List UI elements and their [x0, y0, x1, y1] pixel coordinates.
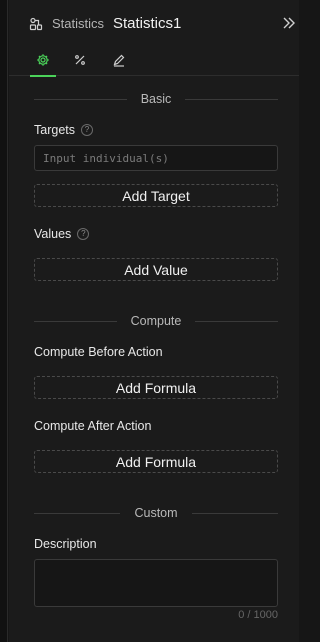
- divider-line: [34, 320, 117, 322]
- help-icon[interactable]: ?: [77, 228, 90, 240]
- divider-line: [191, 512, 279, 514]
- section-divider-custom: Custom: [34, 506, 279, 520]
- compute-after-label-text: Compute After Action: [34, 419, 152, 433]
- panel-tabs: [9, 48, 299, 77]
- tab-settings[interactable]: [29, 48, 57, 77]
- description-textarea[interactable]: [34, 559, 278, 607]
- targets-label: Targets ?: [34, 123, 93, 137]
- values-label: Values ?: [34, 227, 90, 241]
- percent-icon: [73, 53, 87, 72]
- statistics-node-icon: [29, 17, 43, 31]
- divider-line: [34, 512, 121, 514]
- section-title-basic: Basic: [140, 92, 172, 106]
- help-icon[interactable]: ?: [81, 124, 93, 136]
- targets-label-text: Targets: [34, 123, 75, 137]
- tab-edit[interactable]: [105, 48, 133, 76]
- divider-line: [34, 98, 127, 100]
- description-label: Description: [34, 537, 97, 551]
- add-formula-before-button[interactable]: Add Formula: [34, 376, 278, 399]
- values-label-text: Values: [34, 227, 72, 241]
- section-title-compute: Compute: [130, 314, 182, 328]
- pencil-icon: [112, 53, 126, 72]
- add-value-button[interactable]: Add Value: [34, 258, 278, 281]
- section-divider-compute: Compute: [34, 314, 279, 328]
- gear-icon: [36, 53, 50, 72]
- node-type-label: Statistics: [52, 16, 105, 31]
- properties-panel: Statistics Statistics1 Basic Targets ? I…: [9, 0, 299, 642]
- left-rail: [0, 0, 8, 642]
- add-target-button[interactable]: Add Target: [34, 184, 278, 207]
- section-title-custom: Custom: [134, 506, 178, 520]
- divider-line: [185, 98, 279, 100]
- panel-header: Statistics Statistics1: [9, 0, 299, 48]
- divider-line: [195, 320, 279, 322]
- description-label-text: Description: [34, 537, 97, 551]
- app-frame: Statistics Statistics1 Basic Targets ? I…: [0, 0, 299, 642]
- tab-formula[interactable]: [66, 48, 94, 76]
- compute-before-label-text: Compute Before Action: [34, 345, 163, 359]
- compute-before-label: Compute Before Action: [34, 345, 163, 359]
- targets-input[interactable]: [34, 145, 278, 171]
- compute-after-label: Compute After Action: [34, 419, 151, 433]
- description-char-counter: 0 / 1000: [238, 609, 278, 621]
- node-name[interactable]: Statistics1: [113, 15, 181, 32]
- add-formula-after-button[interactable]: Add Formula: [34, 450, 278, 473]
- double-chevron-right-icon[interactable]: [281, 15, 297, 31]
- section-divider-basic: Basic: [34, 92, 279, 106]
